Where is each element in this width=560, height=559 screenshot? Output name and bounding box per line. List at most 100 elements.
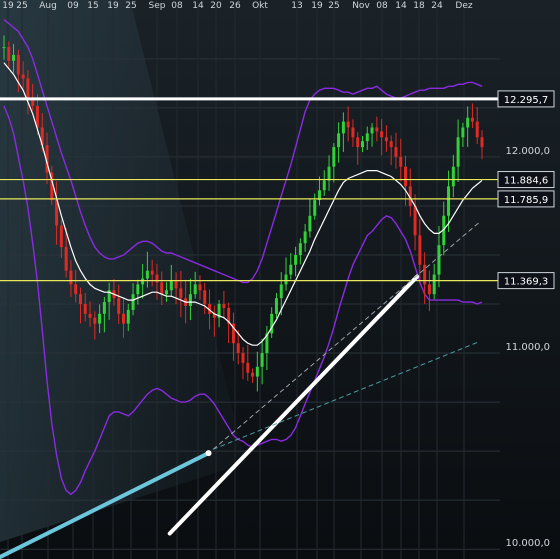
candle-body [150,270,154,275]
level-label: 11.369,3 [504,277,549,288]
x-tick-label: Aug [39,1,57,11]
candle-body [16,54,20,75]
y-tick-label: 10.000,0 [505,538,550,549]
candle-body [394,147,398,157]
candle-body [384,137,388,142]
candle-body [246,362,250,373]
candle-body [93,317,97,324]
candle-body [222,304,226,308]
trend-anchor-dot [205,450,212,457]
candle-body [241,353,245,363]
candle-body [423,264,427,285]
candle-body [26,78,30,99]
candle-body [466,117,470,128]
candle-body [456,137,460,167]
price-chart[interactable]: 19 25 Aug 09 15 19 25 Sep 08 14 20 26 Okt 13 19 25 Nov 08… [0,0,560,559]
candle-body [341,121,345,134]
candle-body [255,366,259,377]
candle-body [437,245,441,275]
y-tick-label: 11.000,0 [505,342,550,353]
level-label: 11.785,9 [504,195,549,206]
candle-body [480,137,484,148]
x-tick-label: 19 [2,1,14,11]
candle-body [198,284,202,291]
candle-body [375,127,379,132]
candle-body [155,274,159,283]
x-tick-label: 08 [376,1,388,11]
x-tick-label: 14 [395,1,407,11]
candle-body [145,270,149,279]
x-tick-label: 15 [87,1,98,11]
candle-body [294,254,298,265]
y-tick-label: 12.000,0 [505,146,550,157]
x-tick-label: 24 [431,1,443,11]
candle-body [69,270,73,285]
candle-body [361,141,364,148]
candle-body [188,294,192,306]
candle-body [308,215,312,232]
candle-body [356,137,360,148]
candle-body [160,282,164,295]
chart-stage: 19 25 Aug 09 15 19 25 Sep 08 14 20 26 Okt 13 19 25 Nov 08… [0,0,560,559]
candle-body [399,156,403,167]
candle-body [365,133,369,142]
candle-body [117,298,121,314]
x-tick-label: 19 [311,1,323,11]
candle-body [447,186,451,216]
x-axis-ticks: 19 25 Aug 09 15 19 25 Sep 08 14 20 26 Okt 13 19 25 Nov 08… [2,1,473,11]
candle-body [389,141,393,148]
x-tick-label: 19 [107,1,119,11]
candle-body [370,127,374,134]
candle-body [332,147,336,167]
candle-body [131,294,135,310]
candle-body [179,288,183,299]
candle-body [136,284,140,295]
candle-body [313,200,317,216]
x-tick-label: 09 [67,1,79,11]
candle-body [12,54,16,61]
candle-body [303,231,307,244]
candle-body [289,264,293,275]
candle-body [88,313,92,318]
candle-body [279,284,283,299]
candle-body [270,313,274,334]
candle-body [274,298,278,314]
candle-body [2,47,6,49]
candle-body [322,180,326,191]
candle-body [413,205,417,236]
candle-body [126,309,130,324]
candle-body [83,304,87,314]
candle-body [102,302,106,314]
candle-body [351,127,355,138]
candle-body [470,117,474,122]
x-tick-label: 14 [192,1,204,11]
x-tick-label: 26 [229,1,241,11]
candle-body [260,353,264,367]
candle-body [346,121,350,128]
candle-body [461,127,465,138]
candle-body [251,372,255,377]
candle-body [203,290,207,305]
candle-body [64,247,68,271]
candle-body [98,313,102,324]
candle-body [7,47,11,61]
candle-body [298,243,302,255]
x-tick-label: Sep [149,1,166,11]
candle-body [78,294,82,305]
x-tick-label: Dez [455,1,472,11]
candle-body [432,274,436,295]
candle-body [21,74,25,79]
candle-body [418,235,422,265]
candle-body [165,290,169,295]
candle-body [122,313,125,324]
x-tick-label: 20 [210,1,222,11]
candle-body [427,284,431,295]
x-tick-label: 25 [125,1,136,11]
candle-body [380,131,384,138]
x-tick-label: 25 [328,1,339,11]
x-tick-label: Okt [252,1,268,11]
x-tick-label: 25 [16,1,27,11]
candle-body [404,166,408,187]
candle-body [284,274,288,285]
candle-body [337,133,341,148]
